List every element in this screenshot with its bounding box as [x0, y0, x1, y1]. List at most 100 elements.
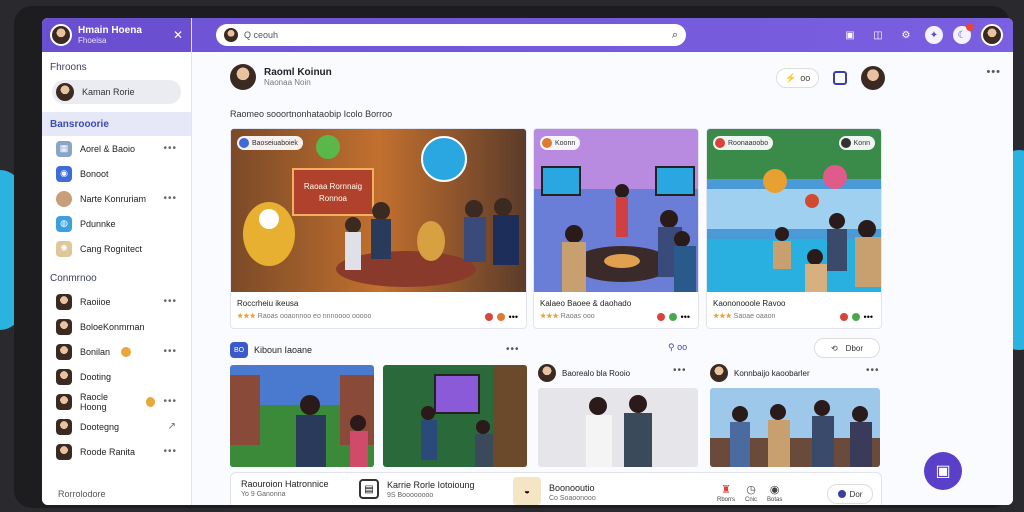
sidebar-group-item[interactable]: ✺ Cang Rognitect — [42, 236, 191, 261]
section2-link[interactable]: ⚲ oo — [668, 342, 687, 353]
mini-card-header: Baorealo bla Rooio — [538, 364, 630, 382]
contact-name: Raoiioe — [80, 296, 111, 307]
heart-icon[interactable] — [656, 313, 665, 321]
card-tag-secondary: Konn — [838, 136, 875, 150]
grid-icon[interactable]: ◫ — [869, 26, 887, 44]
bookmark-icon[interactable] — [833, 71, 848, 85]
thumb-library-scene[interactable] — [230, 365, 374, 467]
photo-card[interactable]: Raoaa Rornnaig Ronnoa Baoseiuaboiek Rocc… — [230, 128, 527, 329]
fire-icon[interactable] — [496, 313, 505, 321]
sidebar-contact-item[interactable]: Raocle Hoong ••• — [42, 389, 191, 414]
settings-icon[interactable]: ⚙ — [897, 26, 915, 44]
user-avatar[interactable] — [50, 24, 72, 46]
contact-avatar — [56, 418, 72, 435]
sidebar-group-label: Bonoot — [80, 168, 109, 179]
sidebar-group-label: Aorel & Baoio — [80, 143, 136, 154]
card-reactions[interactable]: ••• — [656, 312, 690, 322]
groups-list: ▦ Aorel & Baoio ••• ◉ Bonoot Narte Konruriam •… — [42, 136, 191, 261]
top-bar: Q ceouh ⌕ ▣ ◫ ⚙ ✦ ☾ — [192, 18, 1013, 52]
section-groups[interactable]: Bansrooorie — [42, 112, 191, 136]
lightbulb-icon: ✺ — [56, 240, 72, 257]
more-icon[interactable]: ••• — [163, 346, 177, 357]
sidebar-group-item[interactable]: ◍ Pdunnke — [42, 211, 191, 236]
sidebar-group-item[interactable]: ▦ Aorel & Baoio ••• — [42, 136, 191, 161]
card-caption: Kalaeo Baoee & daohado — [540, 299, 632, 308]
mini-card-more-icon[interactable]: ••• — [866, 365, 880, 376]
post-more-icon[interactable]: ••• — [986, 66, 1001, 78]
card1-screen-line1: Raoaa Rornnaig — [304, 182, 362, 191]
share-button[interactable]: ⚡ oo — [776, 68, 820, 88]
stat-label: Rborrs — [717, 497, 736, 503]
card-more-icon[interactable]: ••• — [681, 312, 690, 322]
sidebar-contact-item[interactable]: Dootegng ↗ — [42, 414, 191, 439]
photo-card[interactable]: Koonn Kalaeo Baoee & daohado ★★★ Raoas o… — [533, 128, 699, 329]
more-icon[interactable]: ••• — [163, 143, 177, 154]
mini-card-avatar[interactable] — [710, 364, 728, 382]
photo-card[interactable]: Roonaaoobo Konn Kaononooole Ravoo ★★★ Sa… — [706, 128, 882, 329]
heart-icon[interactable] — [839, 313, 848, 321]
photo-game-room: Raoaa Rornnaig Ronnoa — [231, 129, 526, 292]
more-icon[interactable]: ••• — [163, 296, 177, 307]
chat-icon[interactable]: ▣ — [841, 26, 859, 44]
mini-card-name[interactable]: Baorealo bla Rooio — [562, 369, 630, 378]
post-caption: Raomeo sooortnonhataobip Icolo Borroo — [230, 109, 393, 119]
more-icon[interactable]: ••• — [163, 446, 177, 457]
stat-item[interactable]: ◉ Botas — [767, 483, 782, 503]
stat-item[interactable]: ◷ Cnic — [745, 483, 757, 503]
contact-name: BoloeKonmrnan — [80, 321, 145, 332]
heart-icon[interactable] — [484, 313, 493, 321]
contact-name: Dooting — [80, 371, 112, 382]
sidebar-contact-item[interactable]: Roode Ranita ••• — [42, 439, 191, 464]
moon-icon[interactable]: ☾ — [953, 23, 974, 44]
activity-sub: Yo 9 Ganonna — [241, 491, 286, 498]
sidebar-group-item[interactable]: ◉ Bonoot — [42, 161, 191, 186]
activity-item[interactable]: Raouroion Hatronnice Yo 9 Ganonna — [241, 479, 329, 498]
post-author[interactable]: Raoml Koinun — [264, 67, 332, 78]
search-icon[interactable]: ⌕ — [672, 29, 678, 42]
bell-icon[interactable]: ✦ — [925, 26, 943, 44]
card-more-icon[interactable]: ••• — [509, 312, 518, 322]
notification-dot — [966, 23, 974, 31]
post-author-avatar[interactable] — [230, 64, 256, 90]
viewer-avatar[interactable] — [861, 66, 886, 90]
sidebar-group-item[interactable]: Narte Konruriam ••• — [42, 186, 191, 211]
account-avatar[interactable] — [981, 24, 1003, 46]
card-tag-label: Konn — [853, 139, 870, 147]
post-actions: ⚡ oo — [776, 66, 886, 90]
thumb-toast-scene[interactable] — [538, 388, 698, 467]
search-input[interactable]: Q ceouh — [244, 30, 278, 40]
stat-item[interactable]: ♜ Rborrs — [717, 483, 735, 503]
leaf-icon[interactable] — [668, 313, 677, 321]
card-tag-label: Koonn — [555, 139, 576, 147]
thumb-tv-scene[interactable] — [383, 365, 527, 467]
more-icon[interactable]: ••• — [163, 193, 177, 204]
mini-card-avatar[interactable] — [538, 364, 556, 382]
section2-more-icon[interactable]: ••• — [506, 344, 520, 355]
activity-item[interactable]: ▤ Karrie Rorle Iotoioung 9S Boooooooo — [359, 479, 475, 499]
more-icon[interactable]: ••• — [163, 396, 177, 407]
sidebar-contact-item[interactable]: Raoiioe ••• — [42, 289, 191, 314]
compose-fab-icon[interactable]: ▣ — [924, 452, 962, 490]
sidebar-header: Hmain Hoena Fhoeisa ✕ — [42, 18, 191, 52]
mini-card-more-icon[interactable]: ••• — [673, 365, 687, 376]
activity-button[interactable]: Dor — [827, 484, 873, 504]
profile-pill[interactable]: Kaman Rorie — [52, 80, 181, 104]
card-reactions[interactable]: ••• — [839, 312, 873, 322]
sidebar-footer[interactable]: Rorrolodore — [58, 489, 106, 499]
search-box[interactable]: Q ceouh ⌕ — [216, 24, 686, 46]
thumb-cafe-scene[interactable] — [710, 388, 880, 467]
emoji-badge-icon — [121, 346, 132, 357]
card-reactions[interactable]: ••• — [484, 312, 518, 322]
leaf-icon[interactable] — [851, 313, 860, 321]
sidebar-contact-item[interactable]: Dooting — [42, 364, 191, 389]
section2-button[interactable]: ⟲ Dbor — [814, 338, 880, 358]
card-more-icon[interactable]: ••• — [864, 312, 873, 322]
sidebar-contact-item[interactable]: Bonilan ••• — [42, 339, 191, 364]
sidebar-contact-item[interactable]: BoloeKonmrnan — [42, 314, 191, 339]
sidebar-group-label: Narte Konruriam — [80, 193, 147, 204]
activity-item[interactable]: ◒ Boonooutio Co Soaoonooo — [513, 477, 596, 505]
more-icon[interactable]: ↗ — [168, 421, 177, 432]
section2-title[interactable]: Kiboun Iaoane — [254, 345, 312, 355]
mini-card-name[interactable]: Konnbaijo kaoobarler — [734, 369, 810, 378]
close-icon[interactable]: ✕ — [173, 28, 183, 42]
